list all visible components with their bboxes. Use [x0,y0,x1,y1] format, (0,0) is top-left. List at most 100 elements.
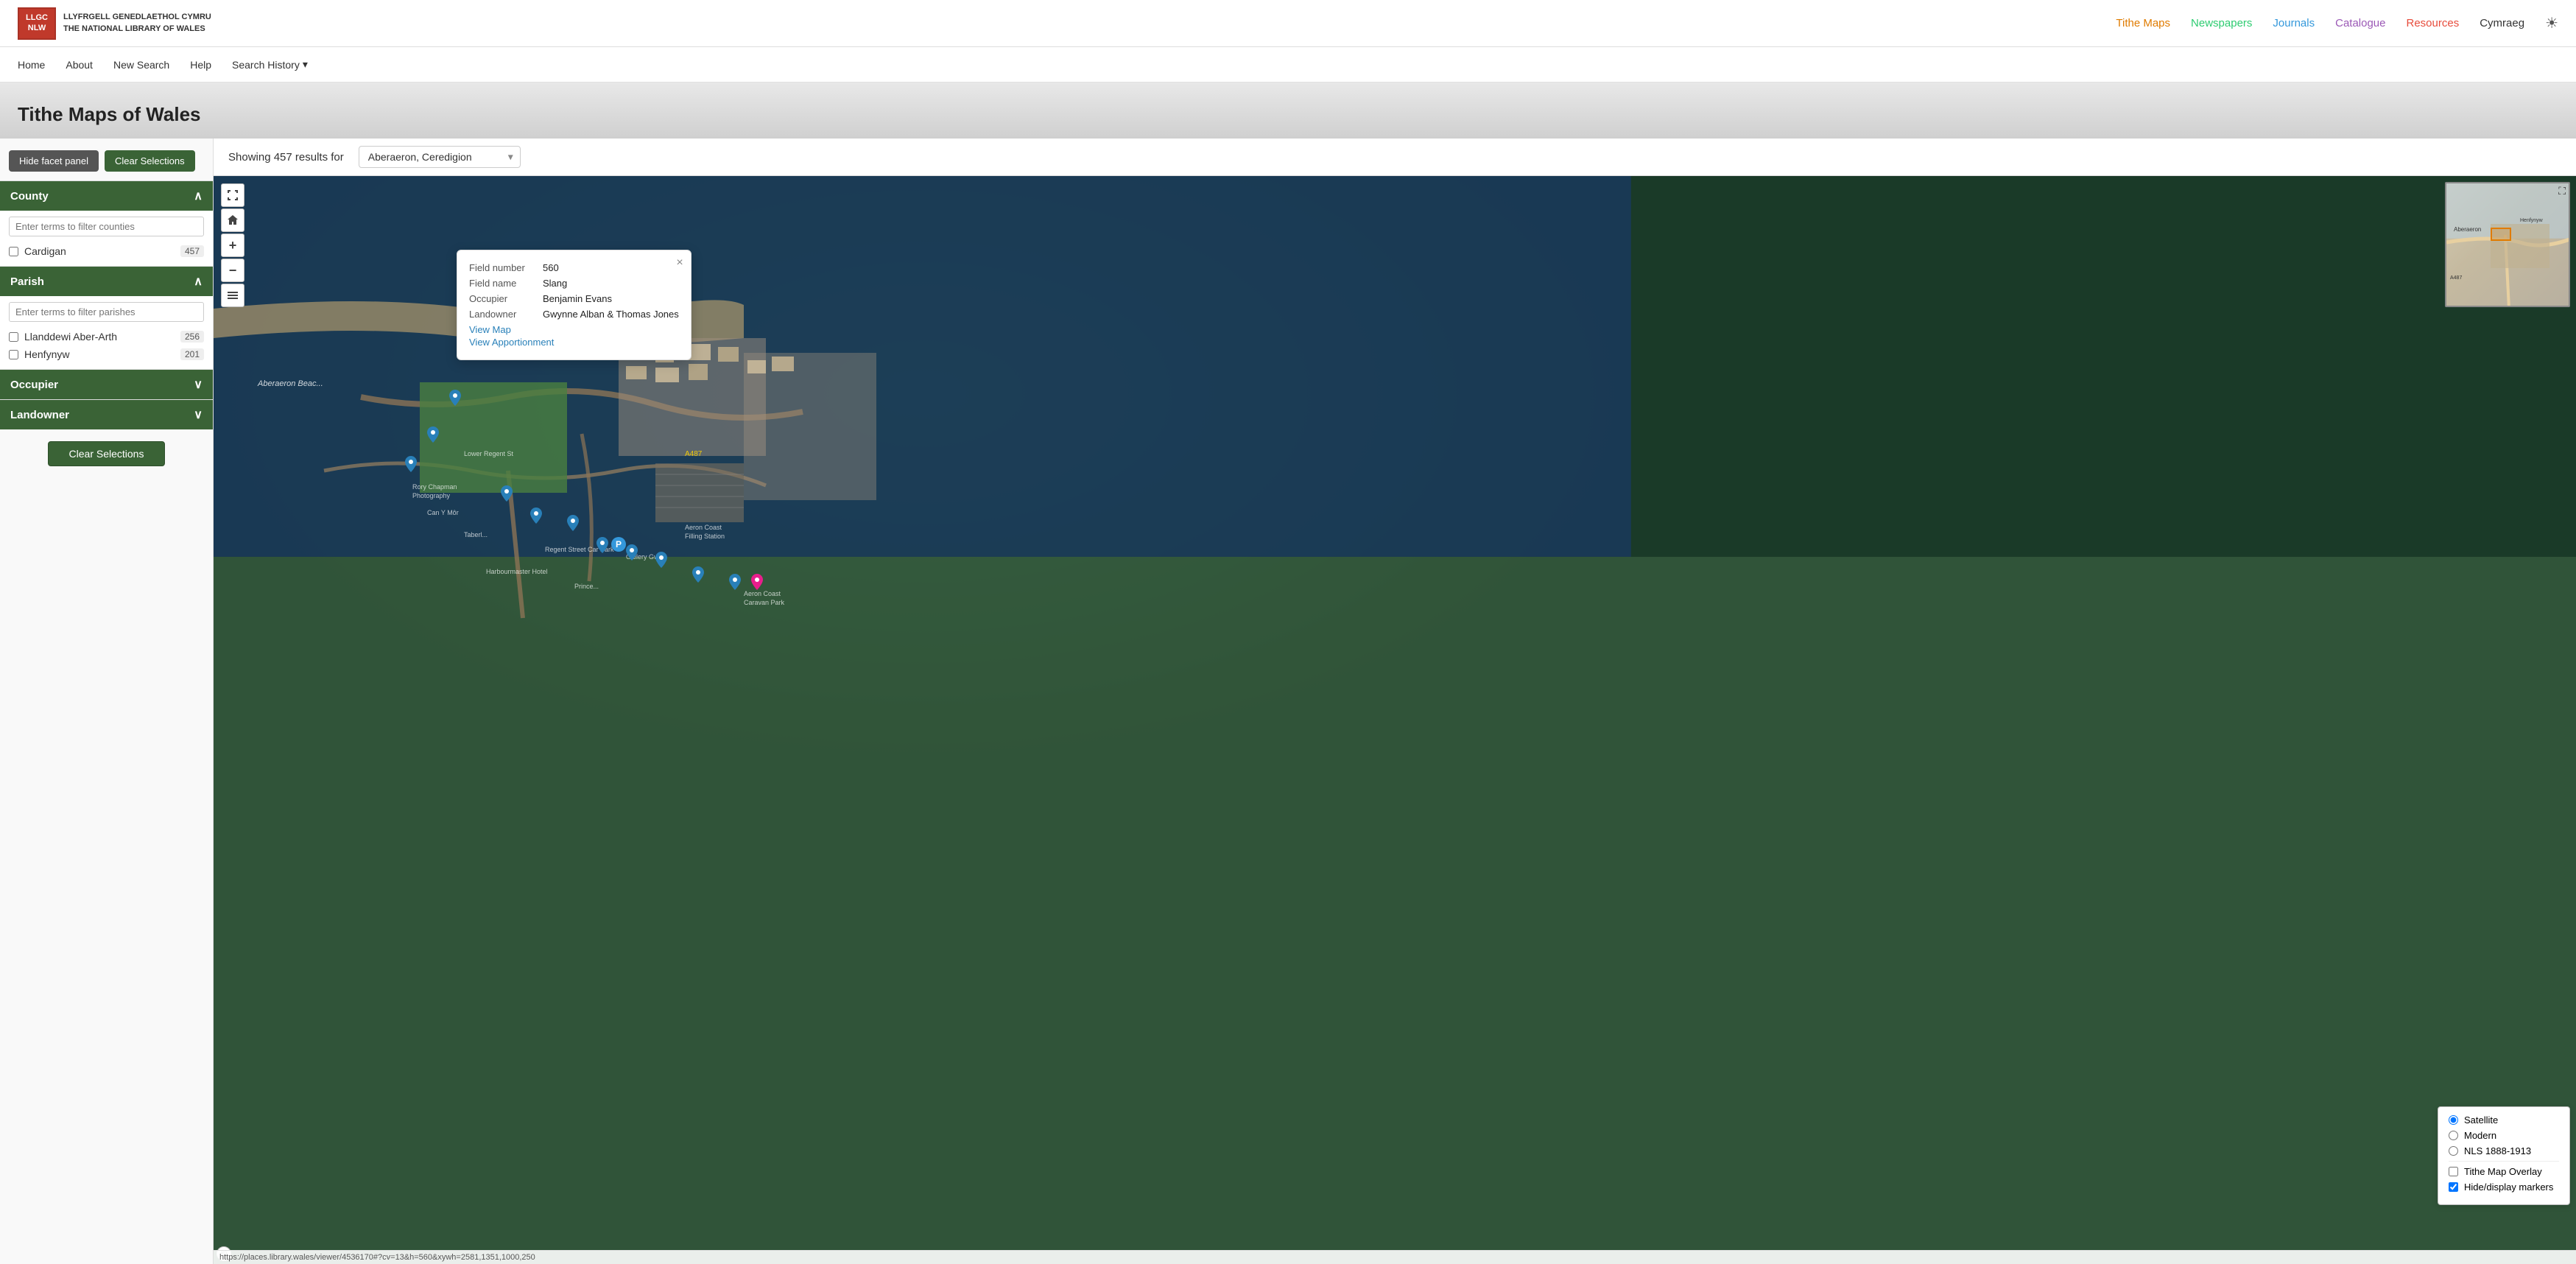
popup-label-occupier: Occupier [469,293,543,304]
chevron-down-icon-2: ∨ [194,407,203,422]
home-button[interactable] [221,208,244,232]
mini-map-highlight [2491,228,2511,241]
facet-section-parish: Parish ∧ Llanddewi Aber-Arth 256 Henfyny… [0,266,213,369]
popup-label-field-name: Field name [469,278,543,289]
facet-parish-header[interactable]: Parish ∧ [0,267,213,296]
facet-county-body: Cardigan 457 [0,211,213,266]
layer-modern: Modern [2449,1130,2559,1141]
page-title: Tithe Maps of Wales [18,103,2558,126]
layer-hide-markers: Hide/display markers [2449,1182,2559,1193]
tithe-overlay-checkbox[interactable] [2449,1167,2458,1176]
fullscreen-button[interactable] [221,183,244,207]
layer-tithe-overlay: Tithe Map Overlay [2449,1166,2559,1177]
hero-section: Tithe Maps of Wales [0,82,2576,138]
nav-help[interactable]: Help [190,59,211,71]
map-marker-4[interactable] [405,456,417,474]
parish-henfynyw-count: 201 [180,348,204,360]
layer-modern-radio[interactable] [2449,1131,2458,1140]
parish-henfynyw-checkbox[interactable] [9,350,18,359]
popup-label-landowner: Landowner [469,309,543,320]
layer-satellite-radio[interactable] [2449,1115,2458,1125]
mini-map-svg: Aberaeron Henfynyw A487 [2446,183,2569,306]
map-marker-11[interactable] [692,566,704,585]
parish-llanddewi-count: 256 [180,331,204,343]
facet-section-landowner: Landowner ∨ [0,399,213,429]
svg-text:Lower Regent St: Lower Regent St [464,450,514,457]
map-marker-6[interactable] [530,508,542,526]
svg-text:A487: A487 [685,450,703,458]
logo-line1: LLYFRGELL GENEDLAETHOL CYMRU [63,12,211,23]
facet-parish-body: Llanddewi Aber-Arth 256 Henfynyw 201 [0,296,213,369]
nav-home[interactable]: Home [18,59,45,71]
popup-view-apportionment-link[interactable]: View Apportionment [469,337,679,348]
mini-map-inner: Aberaeron Henfynyw A487 [2446,183,2569,306]
facet-section-county: County ∧ Cardigan 457 [0,180,213,266]
logo-text: LLYFRGELL GENEDLAETHOL CYMRU THE NATIONA… [63,12,211,35]
map-popup: × Field number 560 Field name Slang Occu… [457,250,691,360]
svg-text:Harbourmaster Hotel: Harbourmaster Hotel [486,568,548,575]
zoom-in-button[interactable]: + [221,234,244,257]
popup-view-map-link[interactable]: View Map [469,324,679,335]
facet-county-title: County [10,190,49,203]
hide-markers-checkbox[interactable] [2449,1182,2458,1192]
nav-about[interactable]: About [66,59,93,71]
parish-llanddewi-label: Llanddewi Aber-Arth [24,331,180,343]
facet-section-occupier: Occupier ∨ [0,369,213,399]
nav-journals[interactable]: Journals [2273,17,2315,29]
facet-landowner-header[interactable]: Landowner ∨ [0,400,213,429]
county-filter-input[interactable] [9,217,204,236]
nav-newspapers[interactable]: Newspapers [2191,17,2252,29]
results-text: Showing 457 results for [228,151,344,164]
map-marker-2[interactable] [449,390,461,408]
svg-text:Rory Chapman: Rory Chapman [412,483,457,491]
map-marker-5[interactable] [501,485,513,504]
popup-row-field-number: Field number 560 [469,262,679,273]
parish-llanddewi-checkbox[interactable] [9,332,18,342]
nav-tithe-maps[interactable]: Tithe Maps [2116,17,2170,29]
popup-label-field-number: Field number [469,262,543,273]
map-marker-12[interactable] [729,574,741,592]
map-marker-9[interactable] [626,544,638,563]
map-controls-left: + − [221,183,244,307]
nav-catalogue[interactable]: Catalogue [2335,17,2385,29]
map-marker-pink[interactable] [751,574,763,592]
facet-parish-title: Parish [10,275,44,288]
mini-map-close-button[interactable]: ⛶ [2558,185,2566,197]
facet-panel-buttons: Hide facet panel Clear Selections [0,138,213,180]
theme-toggle-icon[interactable]: ☀ [2545,14,2558,32]
clear-selections-top-button[interactable]: Clear Selections [105,150,195,172]
svg-text:Aeron Coast: Aeron Coast [685,524,722,531]
facet-panel: Hide facet panel Clear Selections County… [0,138,214,1264]
map-marker-10[interactable] [655,552,667,570]
map-marker-3[interactable] [427,426,439,445]
search-dropdown-wrap: Aberaeron, Ceredigion [359,146,521,168]
zoom-out-button[interactable]: − [221,259,244,282]
svg-text:Caravan Park: Caravan Park [744,599,785,606]
facet-occupier-header[interactable]: Occupier ∨ [0,370,213,399]
map-marker-8[interactable] [597,537,608,555]
nav-new-search[interactable]: New Search [113,59,169,71]
facet-bottom-clear-area: Clear Selections [0,429,213,478]
mini-map: ⛶ Aberaeron Henfynyw A487 [2445,182,2570,307]
map-marker-7[interactable] [567,515,579,533]
layer-nls-radio[interactable] [2449,1146,2458,1156]
logo-line2: THE NATIONAL LIBRARY OF WALES [63,24,211,35]
svg-text:Filling Station: Filling Station [685,533,725,540]
layers-button[interactable] [221,284,244,307]
hide-facet-button[interactable]: Hide facet panel [9,150,99,172]
popup-value-occupier: Benjamin Evans [543,293,612,304]
county-cardigan-checkbox[interactable] [9,247,18,256]
popup-close-button[interactable]: × [676,256,683,270]
location-dropdown[interactable]: Aberaeron, Ceredigion [359,146,521,168]
svg-text:Can Y Môr: Can Y Môr [427,509,459,516]
nav-resources[interactable]: Resources [2407,17,2460,29]
main-content: Hide facet panel Clear Selections County… [0,138,2576,1264]
search-history-button[interactable]: Search History ▾ [232,58,308,71]
clear-selections-bottom-button[interactable]: Clear Selections [48,441,166,466]
parish-filter-input[interactable] [9,302,204,322]
facet-county-header[interactable]: County ∧ [0,181,213,211]
nav-cymraeg[interactable]: Cymraeg [2480,17,2524,29]
map-container[interactable]: Aberaeron Beac... Lower Regent St Can Y … [214,176,2576,1264]
top-nav-links: Tithe Maps Newspapers Journals Catalogue… [2116,14,2558,32]
chevron-up-icon-2: ∧ [194,274,203,289]
